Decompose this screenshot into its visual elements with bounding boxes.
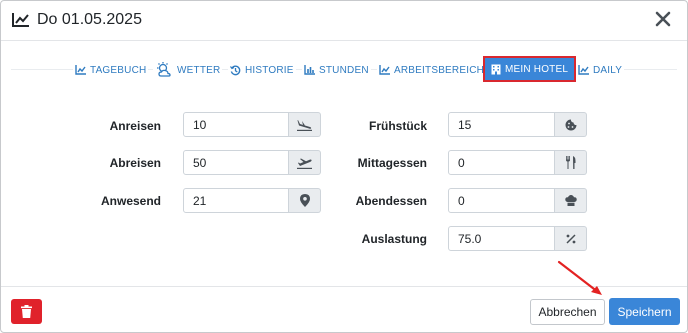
tab-historie[interactable]: HISTORIE xyxy=(228,60,296,80)
fruehstueck-addon xyxy=(555,112,587,137)
auslastung-addon xyxy=(555,226,587,251)
tab-label: ARBEITSBEREICHE xyxy=(394,64,491,76)
bar-chart-icon xyxy=(304,65,315,75)
tab-label: STUNDEN xyxy=(319,64,369,76)
dialog: Do 01.05.2025 TAGEBUCH WETTER HISTORIE S… xyxy=(0,0,688,333)
auslastung-input[interactable]: 75.0 xyxy=(448,226,555,251)
plane-landing-icon xyxy=(297,119,312,131)
line-chart-icon xyxy=(379,65,390,75)
delete-button[interactable] xyxy=(11,299,42,324)
tab-label: MEIN HOTEL xyxy=(505,63,569,75)
annotation-arrow xyxy=(557,260,602,295)
fruehstueck-label: Frühstück xyxy=(368,119,427,133)
plane-departure-icon xyxy=(297,158,312,169)
line-chart-icon xyxy=(75,65,86,75)
tab-daily[interactable]: DAILY xyxy=(576,60,625,80)
percent-icon xyxy=(565,233,576,244)
abreisen-label: Abreisen xyxy=(109,156,161,170)
tab-tagebuch[interactable]: TAGEBUCH xyxy=(73,60,149,80)
anwesend-label: Anwesend xyxy=(100,194,161,208)
abendessen-label: Abendessen xyxy=(355,194,427,208)
map-pin-icon xyxy=(299,194,310,207)
mittagessen-input[interactable]: 0 xyxy=(448,150,555,175)
auslastung-label: Auslastung xyxy=(361,232,427,246)
anreisen-input[interactable]: 10 xyxy=(183,112,289,137)
dialog-header: Do 01.05.2025 xyxy=(1,1,687,41)
close-icon[interactable] xyxy=(653,8,673,30)
tab-arbeitsbereiche[interactable]: ARBEITSBEREICHE xyxy=(377,60,493,80)
anwesend-input[interactable]: 21 xyxy=(183,188,289,213)
save-button[interactable]: Speichern xyxy=(609,298,680,325)
cutlery-icon xyxy=(566,156,576,169)
cookie-icon xyxy=(565,119,576,130)
line-chart-icon xyxy=(12,13,29,27)
tab-label: HISTORIE xyxy=(245,64,294,76)
fruehstueck-input[interactable]: 15 xyxy=(448,112,555,137)
mittagessen-label: Mittagessen xyxy=(357,156,427,170)
mittagessen-addon xyxy=(555,150,587,175)
abreisen-input[interactable]: 50 xyxy=(183,150,289,175)
tab-wetter[interactable]: WETTER xyxy=(153,60,223,80)
abendessen-addon xyxy=(555,188,587,213)
dialog-title: Do 01.05.2025 xyxy=(37,11,142,28)
history-icon xyxy=(230,65,241,75)
tab-label: TAGEBUCH xyxy=(90,64,147,76)
tab-label: WETTER xyxy=(177,64,221,76)
tab-label: DAILY xyxy=(593,64,623,76)
weather-icon xyxy=(157,62,171,77)
cancel-button[interactable]: Abbrechen xyxy=(530,299,605,325)
tab-stunden[interactable]: STUNDEN xyxy=(302,60,371,80)
chef-hat-icon xyxy=(564,195,577,206)
trash-icon xyxy=(21,305,32,318)
abendessen-input[interactable]: 0 xyxy=(448,188,555,213)
tab-mein-hotel[interactable]: MEIN HOTEL xyxy=(482,56,577,82)
anreisen-label: Anreisen xyxy=(109,119,161,133)
hotel-icon xyxy=(491,64,501,74)
line-chart-icon xyxy=(578,65,589,75)
